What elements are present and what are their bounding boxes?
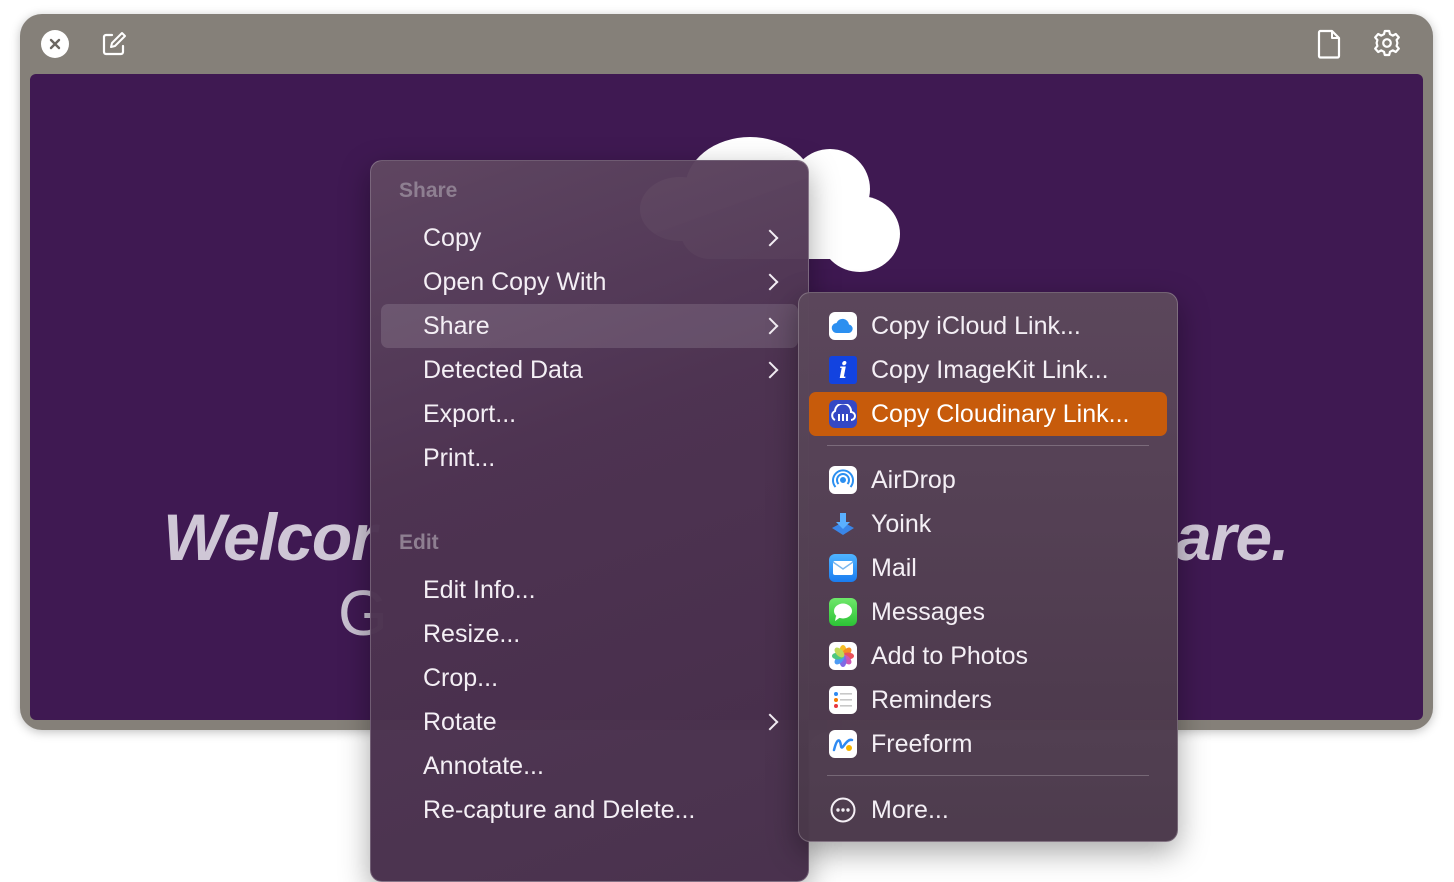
menu-item-label: Detected Data: [423, 355, 583, 384]
compose-button[interactable]: [100, 30, 128, 58]
section-header-edit: Edit: [399, 531, 439, 554]
chevron-right-icon: [761, 229, 779, 247]
close-button[interactable]: [41, 30, 69, 58]
menu-item-mail[interactable]: Mail: [809, 546, 1167, 590]
menu-item-label: Copy: [423, 223, 482, 252]
settings-button[interactable]: [1372, 28, 1402, 58]
reminders-icon: [829, 686, 857, 714]
menu-item-label: Freeform: [871, 729, 973, 758]
menu-item-label: Resize...: [423, 619, 521, 648]
document-icon: [1317, 29, 1341, 59]
svg-text:i: i: [839, 358, 847, 384]
chevron-right-icon: [761, 273, 779, 291]
chevron-right-icon: [761, 713, 779, 731]
menu-item-messages[interactable]: Messages: [809, 590, 1167, 634]
section-header-share: Share: [399, 179, 458, 202]
menu-item-rotate[interactable]: Rotate: [381, 700, 798, 744]
menu-item-crop[interactable]: Crop...: [381, 656, 798, 700]
menu-item-edit-info[interactable]: Edit Info...: [381, 568, 798, 612]
welcome-text-left: Welcor: [163, 500, 377, 574]
menu-item-more[interactable]: More...: [809, 788, 1167, 832]
yoink-icon: [829, 510, 857, 538]
menu-item-export[interactable]: Export...: [381, 392, 798, 436]
menu-item-copy-imagekit-link[interactable]: i Copy ImageKit Link...: [809, 348, 1167, 392]
menu-item-label: Share: [423, 311, 490, 340]
more-icon: [829, 796, 857, 824]
icloud-icon: [829, 312, 857, 340]
menu-item-share[interactable]: Share: [381, 304, 798, 348]
menu-separator: [827, 445, 1149, 446]
menu-item-copy-icloud-link[interactable]: Copy iCloud Link...: [809, 304, 1167, 348]
menu-item-detected-data[interactable]: Detected Data: [381, 348, 798, 392]
menu-item-label: Copy iCloud Link...: [871, 311, 1081, 340]
menu-item-label: Reminders: [871, 685, 992, 714]
cloudinary-icon: [829, 400, 857, 428]
menu-item-label: Re-capture and Delete...: [423, 795, 696, 824]
menu-item-label: Messages: [871, 597, 985, 626]
menu-separator: [827, 775, 1149, 776]
menu-item-label: Export...: [423, 399, 517, 428]
close-icon: [49, 38, 61, 50]
menu-item-label: AirDrop: [871, 465, 956, 494]
menu-item-airdrop[interactable]: AirDrop: [809, 458, 1167, 502]
menu-item-label: Print...: [423, 443, 496, 472]
menu-item-copy-cloudinary-link[interactable]: Copy Cloudinary Link...: [809, 392, 1167, 436]
menu-item-label: Copy ImageKit Link...: [871, 355, 1109, 384]
freeform-icon: [829, 730, 857, 758]
mail-icon: [829, 554, 857, 582]
menu-item-open-copy-with[interactable]: Open Copy With: [381, 260, 798, 304]
menu-item-add-to-photos[interactable]: Add to Photos: [809, 634, 1167, 678]
context-menu: Share Copy Open Copy With Share Detected…: [370, 160, 809, 882]
compose-icon: [102, 32, 126, 56]
chevron-right-icon: [761, 317, 779, 335]
chevron-right-icon: [761, 361, 779, 379]
menu-item-label: Rotate: [423, 707, 497, 736]
menu-item-freeform[interactable]: Freeform: [809, 722, 1167, 766]
photos-icon: [829, 642, 857, 670]
airdrop-icon: [829, 466, 857, 494]
menu-item-copy[interactable]: Copy: [381, 216, 798, 260]
menu-item-label: Annotate...: [423, 751, 544, 780]
menu-item-label: Edit Info...: [423, 575, 536, 604]
menu-item-recapture-delete[interactable]: Re-capture and Delete...: [381, 788, 798, 832]
share-submenu: Copy iCloud Link... i Copy ImageKit Link…: [798, 292, 1178, 842]
menu-item-reminders[interactable]: Reminders: [809, 678, 1167, 722]
document-button[interactable]: [1316, 29, 1342, 59]
menu-item-annotate[interactable]: Annotate...: [381, 744, 798, 788]
menu-item-print[interactable]: Print...: [381, 436, 798, 480]
menu-item-label: Open Copy With: [423, 267, 607, 296]
menu-item-resize[interactable]: Resize...: [381, 612, 798, 656]
menu-item-label: Mail: [871, 553, 917, 582]
messages-icon: [829, 598, 857, 626]
menu-item-label: Yoink: [871, 509, 932, 538]
menu-item-label: Add to Photos: [871, 641, 1029, 670]
menu-item-label: More...: [871, 795, 949, 824]
welcome-text-right: are.: [1175, 500, 1289, 574]
menu-item-label: Copy Cloudinary Link...: [871, 399, 1130, 428]
menu-item-label: Crop...: [423, 663, 499, 692]
menu-item-yoink[interactable]: Yoink: [809, 502, 1167, 546]
gear-icon: [1374, 29, 1400, 57]
imagekit-icon: i: [829, 356, 857, 384]
